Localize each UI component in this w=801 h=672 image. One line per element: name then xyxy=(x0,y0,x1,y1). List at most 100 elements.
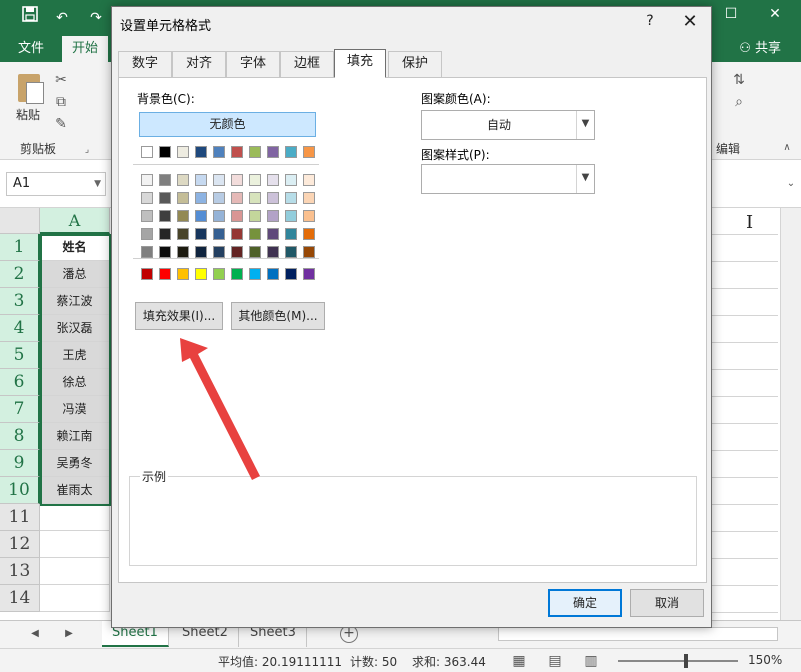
pattern-color-select[interactable]: 自动 ▼ xyxy=(421,110,595,140)
color-swatch[interactable] xyxy=(249,246,261,258)
color-swatch[interactable] xyxy=(231,228,243,240)
page-layout-icon[interactable]: ▤ xyxy=(546,653,564,669)
row-header[interactable]: 1 xyxy=(0,234,40,261)
color-swatch[interactable] xyxy=(213,268,225,280)
color-swatch[interactable] xyxy=(303,228,315,240)
row-header[interactable]: 5 xyxy=(0,342,40,369)
color-swatch[interactable] xyxy=(285,146,297,158)
expand-formula-icon[interactable]: ⌄ xyxy=(782,176,800,192)
color-swatch[interactable] xyxy=(231,210,243,222)
horizontal-scrollbar[interactable] xyxy=(498,627,778,641)
color-swatch[interactable] xyxy=(231,146,243,158)
table-cell[interactable] xyxy=(40,504,110,531)
cut-icon[interactable]: ✂ xyxy=(52,72,70,88)
color-swatch[interactable] xyxy=(249,228,261,240)
normal-view-icon[interactable]: ▦ xyxy=(510,653,528,669)
name-box[interactable]: A1 ▼ xyxy=(6,172,106,196)
color-swatch[interactable] xyxy=(213,228,225,240)
pattern-style-select[interactable]: ▼ xyxy=(421,164,595,194)
more-colors-button[interactable]: 其他颜色(M)... xyxy=(231,302,325,330)
color-swatch[interactable] xyxy=(213,246,225,258)
redo-icon[interactable]: ↷ xyxy=(84,6,108,30)
color-swatch[interactable] xyxy=(213,174,225,186)
color-swatch[interactable] xyxy=(177,246,189,258)
color-swatch[interactable] xyxy=(303,192,315,204)
color-swatch[interactable] xyxy=(141,246,153,258)
chevron-down-icon[interactable]: ▼ xyxy=(94,173,101,195)
color-swatch[interactable] xyxy=(303,268,315,280)
color-swatch[interactable] xyxy=(285,268,297,280)
share-button[interactable]: ⚇ 共享 xyxy=(739,36,781,62)
color-swatch[interactable] xyxy=(249,210,261,222)
row-header[interactable]: 9 xyxy=(0,450,40,477)
row-header[interactable]: 6 xyxy=(0,369,40,396)
color-swatch[interactable] xyxy=(141,210,153,222)
color-swatch[interactable] xyxy=(159,210,171,222)
color-swatch[interactable] xyxy=(231,192,243,204)
row-header[interactable]: 12 xyxy=(0,531,40,558)
table-cell[interactable]: 蔡江波 xyxy=(40,288,110,315)
format-painter-icon[interactable]: ✎ xyxy=(52,116,70,132)
color-swatch[interactable] xyxy=(159,246,171,258)
color-swatch[interactable] xyxy=(159,192,171,204)
row-header[interactable]: 13 xyxy=(0,558,40,585)
close-window-icon[interactable]: ✕ xyxy=(760,6,790,22)
table-cell[interactable] xyxy=(40,531,110,558)
color-swatch[interactable] xyxy=(267,268,279,280)
table-cell[interactable]: 王虎 xyxy=(40,342,110,369)
help-icon[interactable]: ? xyxy=(640,13,660,29)
color-swatch[interactable] xyxy=(141,228,153,240)
table-cell[interactable]: 姓名 xyxy=(40,234,110,261)
cancel-button[interactable]: 取消 xyxy=(630,589,704,617)
color-swatch[interactable] xyxy=(159,174,171,186)
row-header[interactable]: 14 xyxy=(0,585,40,612)
visible-right-cells[interactable] xyxy=(712,234,778,620)
color-swatch[interactable] xyxy=(231,268,243,280)
prev-sheet-icon[interactable]: ◀ xyxy=(26,626,44,642)
color-swatch[interactable] xyxy=(267,228,279,240)
color-swatch[interactable] xyxy=(267,146,279,158)
row-header[interactable]: 10 xyxy=(0,477,40,504)
table-cell[interactable]: 吴勇冬 xyxy=(40,450,110,477)
close-icon[interactable]: ✕ xyxy=(680,11,700,32)
ok-button[interactable]: 确定 xyxy=(548,589,622,617)
color-swatch[interactable] xyxy=(231,246,243,258)
color-swatch[interactable] xyxy=(213,210,225,222)
find-icon[interactable]: ⌕ xyxy=(730,94,748,110)
zoom-slider[interactable] xyxy=(618,660,738,662)
color-swatch[interactable] xyxy=(159,228,171,240)
color-swatch[interactable] xyxy=(285,174,297,186)
row-header[interactable]: 11 xyxy=(0,504,40,531)
color-swatch[interactable] xyxy=(177,174,189,186)
tab-alignment[interactable]: 对齐 xyxy=(172,51,226,77)
color-swatch[interactable] xyxy=(267,246,279,258)
undo-icon[interactable]: ↶ xyxy=(50,6,74,30)
table-cell[interactable]: 张汉磊 xyxy=(40,315,110,342)
color-swatch[interactable] xyxy=(177,210,189,222)
column-header-a[interactable]: A xyxy=(40,208,110,234)
color-swatch[interactable] xyxy=(177,268,189,280)
color-swatch[interactable] xyxy=(213,146,225,158)
table-cell[interactable]: 徐总 xyxy=(40,369,110,396)
color-swatch[interactable] xyxy=(141,146,153,158)
color-swatch[interactable] xyxy=(195,174,207,186)
color-swatch[interactable] xyxy=(267,210,279,222)
save-icon[interactable] xyxy=(18,6,42,30)
color-swatch[interactable] xyxy=(285,210,297,222)
table-cell[interactable]: 潘总 xyxy=(40,261,110,288)
tab-number[interactable]: 数字 xyxy=(118,51,172,77)
color-swatch[interactable] xyxy=(159,146,171,158)
next-sheet-icon[interactable]: ▶ xyxy=(60,626,78,642)
color-swatch[interactable] xyxy=(285,228,297,240)
color-swatch[interactable] xyxy=(303,246,315,258)
select-all-corner[interactable] xyxy=(0,208,40,234)
no-color-button[interactable]: 无颜色 xyxy=(139,112,316,137)
row-header[interactable]: 7 xyxy=(0,396,40,423)
tab-border[interactable]: 边框 xyxy=(280,51,334,77)
chevron-down-icon[interactable]: ▼ xyxy=(576,111,594,139)
color-swatch[interactable] xyxy=(267,174,279,186)
table-cell[interactable] xyxy=(40,585,110,612)
table-cell[interactable]: 冯漠 xyxy=(40,396,110,423)
color-swatch[interactable] xyxy=(303,174,315,186)
table-cell[interactable] xyxy=(40,558,110,585)
